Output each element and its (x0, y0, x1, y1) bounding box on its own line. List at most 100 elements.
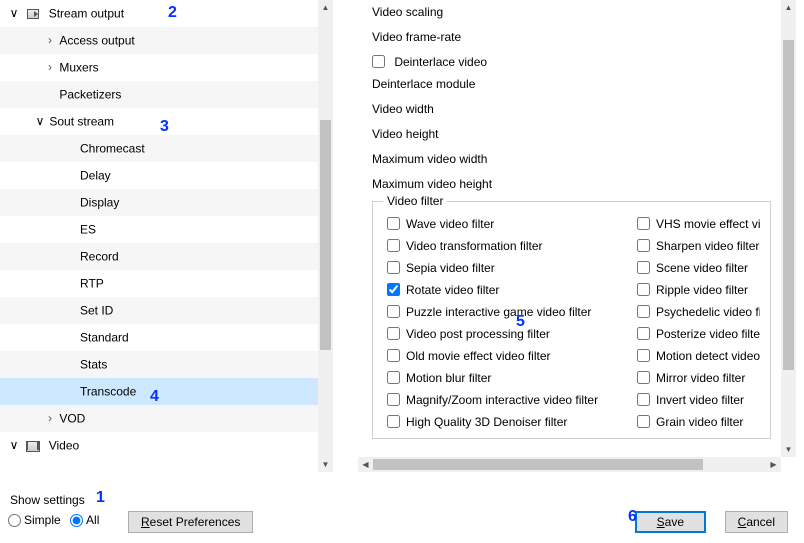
checkbox-input[interactable] (387, 327, 400, 340)
tree-item-sout-stream[interactable]: ∨ Sout stream (0, 108, 318, 135)
checkbox-input[interactable] (637, 327, 650, 340)
chevron-right-icon[interactable]: › (44, 405, 56, 432)
tree-label: Set ID (80, 303, 113, 317)
tree-item-rtp[interactable]: RTP (0, 270, 318, 297)
reset-preferences-button[interactable]: Reset Preferences (128, 511, 253, 533)
checkbox-input[interactable] (387, 283, 400, 296)
tree-item-vod[interactable]: › VOD (0, 405, 318, 432)
settings-tree[interactable]: ∨ Stream output › Access output › Muxers… (0, 0, 318, 472)
checkbox-input[interactable] (387, 415, 400, 428)
group-legend: Video filter (383, 194, 447, 208)
checkbox-label: Invert video filter (656, 393, 744, 407)
label-video-frame-rate: Video frame-rate (372, 25, 781, 50)
scrollbar-thumb[interactable] (783, 40, 794, 370)
tree-item-packetizers[interactable]: › Packetizers (0, 81, 318, 108)
filter-checkbox[interactable]: Old movie effect video filter (387, 344, 637, 366)
filter-checkbox[interactable]: Wave video filter (387, 212, 637, 234)
filter-checkbox[interactable]: Motion blur filter (387, 366, 637, 388)
chevron-right-icon[interactable]: › (44, 27, 56, 54)
filter-checkbox[interactable]: Puzzle interactive game video filter (387, 300, 637, 322)
filter-checkbox[interactable]: Mirror video filter (637, 366, 760, 388)
filter-checkbox[interactable]: Posterize video filter (637, 322, 760, 344)
filter-checkbox[interactable]: Grain video filter (637, 410, 760, 432)
tree-item-chromecast[interactable]: Chromecast (0, 135, 318, 162)
radio-input[interactable] (70, 514, 83, 527)
tree-label: Video (49, 438, 79, 452)
filter-checkbox[interactable]: Motion detect video filter (637, 344, 760, 366)
checkbox-label: Sepia video filter (406, 261, 495, 275)
scrollbar-thumb[interactable] (373, 459, 703, 470)
checkbox-input[interactable] (387, 349, 400, 362)
checkbox-input[interactable] (637, 349, 650, 362)
detail-vertical-scrollbar[interactable]: ▲ ▼ (781, 0, 796, 457)
filter-checkbox[interactable]: VHS movie effect video filter (637, 212, 760, 234)
cancel-button[interactable]: Cancel (725, 511, 788, 533)
filter-checkbox[interactable]: Rotate video filter (387, 278, 637, 300)
checkbox-deinterlace-video[interactable]: Deinterlace video (372, 50, 781, 72)
tree-vertical-scrollbar[interactable]: ▲ ▼ (318, 0, 333, 472)
chevron-down-icon[interactable]: ∨ (8, 432, 20, 459)
checkbox-input[interactable] (387, 393, 400, 406)
scrollbar-thumb[interactable] (320, 120, 331, 350)
filter-checkbox[interactable]: Video transformation filter (387, 234, 637, 256)
checkbox-input[interactable] (637, 371, 650, 384)
tree-item-stream-output[interactable]: ∨ Stream output (0, 0, 318, 27)
checkbox-input[interactable] (387, 217, 400, 230)
chevron-down-icon[interactable]: ∨ (8, 0, 20, 27)
checkbox-label: High Quality 3D Denoiser filter (406, 415, 567, 429)
detail-horizontal-scrollbar[interactable]: ◀ ▶ (358, 457, 781, 472)
scroll-down-icon[interactable]: ▼ (781, 442, 796, 457)
checkbox-input[interactable] (387, 239, 400, 252)
checkbox-input[interactable] (372, 55, 385, 68)
save-button[interactable]: Save (635, 511, 706, 533)
radio-input[interactable] (8, 514, 21, 527)
checkbox-input[interactable] (387, 371, 400, 384)
tree-label: Standard (80, 330, 129, 344)
tree-item-delay[interactable]: Delay (0, 162, 318, 189)
checkbox-input[interactable] (637, 261, 650, 274)
checkbox-input[interactable] (637, 239, 650, 252)
btn-text: ave (665, 515, 684, 529)
checkbox-input[interactable] (387, 305, 400, 318)
tree-item-access-output[interactable]: › Access output (0, 27, 318, 54)
tree-item-record[interactable]: Record (0, 243, 318, 270)
filter-checkbox[interactable]: Video post processing filter (387, 322, 637, 344)
bottom-bar: Show settings Simple All Reset Preferenc… (0, 483, 796, 533)
checkbox-input[interactable] (637, 283, 650, 296)
checkbox-input[interactable] (637, 393, 650, 406)
radio-simple[interactable]: Simple (8, 513, 61, 527)
tree-label: Delay (80, 168, 111, 182)
checkbox-input[interactable] (637, 305, 650, 318)
filter-checkbox[interactable]: Sepia video filter (387, 256, 637, 278)
tree-item-set-id[interactable]: Set ID (0, 297, 318, 324)
filter-checkbox[interactable]: Ripple video filter (637, 278, 760, 300)
filter-checkbox[interactable]: High Quality 3D Denoiser filter (387, 410, 637, 432)
tree-item-muxers[interactable]: › Muxers (0, 54, 318, 81)
checkbox-input[interactable] (637, 217, 650, 230)
filter-checkbox[interactable]: Sharpen video filter (637, 234, 760, 256)
tree-item-standard[interactable]: Standard (0, 324, 318, 351)
checkbox-label: Old movie effect video filter (406, 349, 551, 363)
scroll-up-icon[interactable]: ▲ (318, 0, 333, 15)
chevron-right-icon[interactable]: › (44, 54, 56, 81)
tree-item-es[interactable]: ES (0, 216, 318, 243)
stream-output-icon (25, 6, 41, 22)
tree-item-video[interactable]: ∨ Video (0, 432, 318, 459)
tree-item-transcode[interactable]: Transcode (0, 378, 318, 405)
checkbox-input[interactable] (637, 415, 650, 428)
chevron-down-icon[interactable]: ∨ (34, 108, 46, 135)
filter-checkbox[interactable]: Magnify/Zoom interactive video filter (387, 388, 637, 410)
tree-label: Access output (59, 33, 134, 47)
filter-checkbox[interactable]: Invert video filter (637, 388, 760, 410)
scroll-left-icon[interactable]: ◀ (358, 457, 373, 472)
scroll-up-icon[interactable]: ▲ (781, 0, 796, 15)
radio-all[interactable]: All (70, 513, 99, 527)
tree-item-display[interactable]: Display (0, 189, 318, 216)
checkbox-input[interactable] (387, 261, 400, 274)
label-deinterlace-module: Deinterlace module (372, 72, 781, 97)
scroll-right-icon[interactable]: ▶ (766, 457, 781, 472)
tree-item-stats[interactable]: Stats (0, 351, 318, 378)
scroll-down-icon[interactable]: ▼ (318, 457, 333, 472)
filter-checkbox[interactable]: Psychedelic video filter (637, 300, 760, 322)
filter-checkbox[interactable]: Scene video filter (637, 256, 760, 278)
